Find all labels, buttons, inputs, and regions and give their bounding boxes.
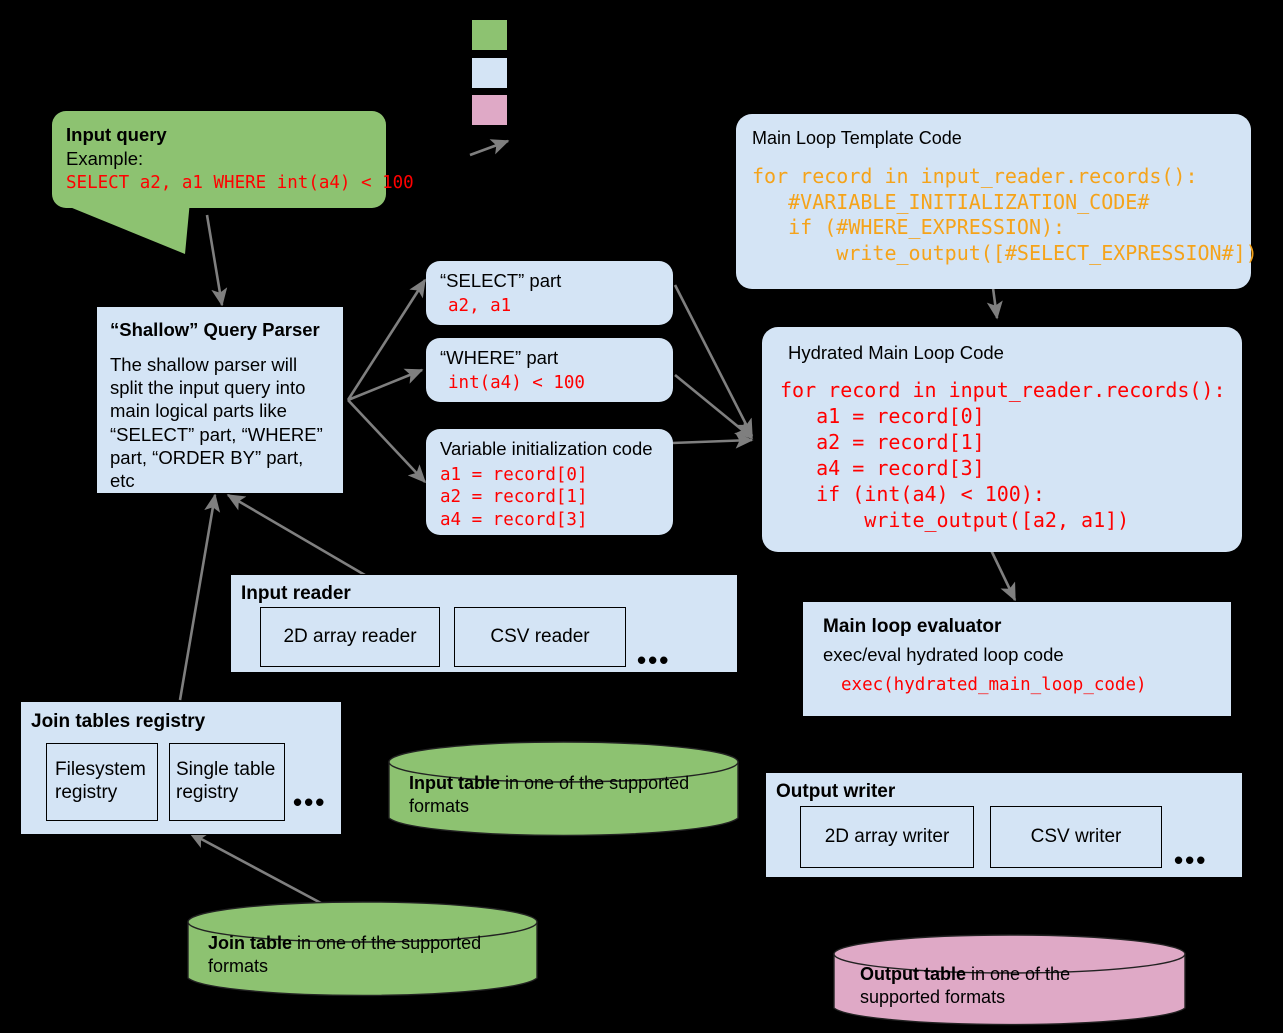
diagram-canvas: Input query Example: SELECT a2, a1 WHERE…	[0, 0, 1283, 1033]
input-reader-item-csv[interactable]: CSV reader	[454, 607, 626, 667]
variable-init-title: Variable initialization code	[440, 438, 653, 459]
output-writer-item-label: 2D array writer	[824, 825, 950, 847]
legend-blue-swatch	[472, 58, 507, 88]
input-table-cylinder: Input table in one of the supported form…	[387, 740, 740, 840]
input-reader-item-label: 2D array reader	[283, 625, 417, 647]
join-table-cylinder: Join table in one of the supported forma…	[186, 900, 539, 1000]
join-registry-title: Join tables registry	[31, 711, 206, 732]
arrow-select-to-hydrated	[673, 284, 754, 438]
input-table-strong: Input table	[409, 773, 500, 793]
arrow-where-to-hydrated	[674, 373, 754, 440]
input-reader-item-label: CSV reader	[490, 625, 590, 647]
output-writer-title: Output writer	[776, 781, 896, 802]
arrow-inputreader-to-parser	[226, 493, 371, 580]
main-loop-template-code: for record in input_reader.records(): #V…	[752, 164, 1258, 265]
main-loop-template-box: Main Loop Template Code for record in in…	[736, 114, 1258, 289]
variable-init-code: a1 = record[0] a2 = record[1] a4 = recor…	[440, 464, 588, 531]
hydrated-loop-code: for record in input_reader.records(): a1…	[780, 377, 1226, 532]
arrow-varinit-to-hydrated	[671, 432, 754, 449]
output-table-cylinder: Output table in one of the supported for…	[832, 934, 1187, 1030]
input-query-subtitle: Example:	[66, 148, 144, 170]
where-part-title: “WHERE” part	[440, 347, 559, 368]
shallow-query-parser-box: “Shallow” Query Parser The shallow parse…	[96, 306, 344, 494]
output-writer-item-2d-array[interactable]: 2D array writer	[800, 806, 974, 868]
select-part-title: “SELECT” part	[440, 270, 562, 291]
evaluator-code: exec(hydrated_main_loop_code)	[841, 674, 1147, 695]
input-query-title: Input query	[66, 124, 167, 145]
parser-body: The shallow parser will split the input …	[110, 353, 323, 492]
arrow-template-to-hydrated	[986, 287, 1003, 320]
input-reader-ellipsis: •••	[637, 645, 671, 675]
arrow-hydrated-to-evaluator	[989, 549, 1017, 602]
legend-arrow	[469, 139, 510, 157]
hydrated-main-loop-box: Hydrated Main Loop Code for record in in…	[762, 327, 1242, 552]
variable-init-box: Variable initialization code a1 = record…	[426, 429, 673, 535]
input-reader-item-2d-array[interactable]: 2D array reader	[260, 607, 440, 667]
output-writer-item-csv[interactable]: CSV writer	[990, 806, 1162, 868]
legend-pink-swatch	[472, 95, 507, 125]
parser-title: “Shallow” Query Parser	[110, 319, 320, 340]
join-table-label: Join table in one of the supported forma…	[208, 932, 508, 979]
join-registry-ellipsis: •••	[293, 787, 327, 817]
main-loop-evaluator-box: Main loop evaluator exec/eval hydrated l…	[802, 601, 1232, 717]
input-reader-title: Input reader	[241, 583, 351, 604]
input-query-bubble: Input query Example: SELECT a2, a1 WHERE…	[52, 111, 414, 208]
output-writer-item-label: CSV writer	[1030, 825, 1122, 847]
arrow-parser-to-select	[346, 278, 427, 401]
evaluator-subtitle: exec/eval hydrated loop code	[823, 644, 1064, 666]
output-writer-container: Output writer 2D array writer CSV writer…	[765, 772, 1243, 878]
main-loop-template-title: Main Loop Template Code	[752, 128, 962, 148]
join-registry-item-filesystem[interactable]: Filesystem registry	[46, 743, 158, 821]
select-part-box: “SELECT” part a2, a1	[426, 261, 673, 325]
hydrated-loop-title: Hydrated Main Loop Code	[788, 342, 1004, 363]
output-table-label: Output table in one of the supported for…	[860, 963, 1120, 1010]
join-registry-item-label: Filesystem registry	[55, 759, 146, 803]
input-query-code: SELECT a2, a1 WHERE int(a4) < 100	[66, 173, 414, 194]
output-writer-ellipsis: •••	[1174, 845, 1208, 875]
select-part-code: a2, a1	[448, 295, 512, 316]
input-table-label: Input table in one of the supported form…	[409, 772, 709, 819]
arrow-joinregistry-to-parser	[178, 493, 221, 701]
join-registry-item-single-table[interactable]: Single table registry	[169, 743, 285, 821]
output-table-strong: Output table	[860, 964, 966, 984]
where-part-box: “WHERE” part int(a4) < 100	[426, 338, 673, 402]
legend-green-swatch	[472, 20, 507, 50]
arrow-parser-to-where	[347, 368, 424, 402]
input-reader-container: Input reader 2D array reader CSV reader …	[230, 574, 738, 673]
arrow-parser-to-varinit	[347, 399, 427, 484]
evaluator-title: Main loop evaluator	[823, 616, 1002, 637]
join-table-strong: Join table	[208, 933, 293, 953]
join-registry-item-label: Single table registry	[176, 759, 276, 803]
where-part-code: int(a4) < 100	[448, 372, 585, 393]
join-tables-registry-container: Join tables registry Filesystem registry…	[20, 701, 342, 835]
